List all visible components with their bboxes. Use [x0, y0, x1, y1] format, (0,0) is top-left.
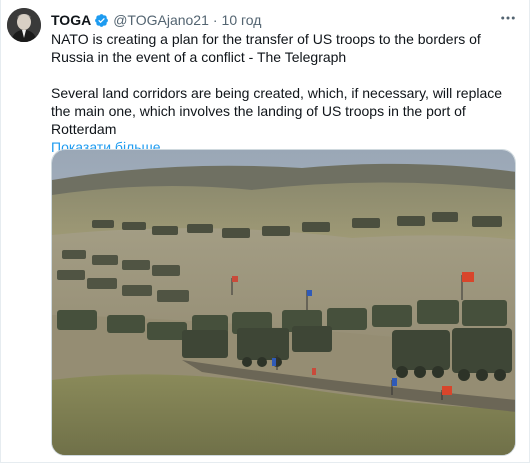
tweet-text: NATO is creating a plan for the transfer… [51, 30, 521, 156]
tweet-header: TOGA @TOGAjano21 · 10 год [51, 10, 519, 30]
author-handle[interactable]: @TOGAjano21 [113, 12, 209, 28]
timestamp[interactable]: 10 год [222, 12, 262, 28]
separator-dot: · [212, 12, 218, 28]
tweet-photo[interactable] [51, 149, 516, 456]
more-options-icon[interactable] [497, 7, 519, 29]
military-column-photo [52, 150, 515, 455]
more-dots-glyph [501, 16, 515, 20]
verified-badge-icon [95, 13, 109, 27]
author-avatar[interactable] [7, 8, 41, 42]
author-name[interactable]: TOGA [51, 12, 91, 28]
tweet-card[interactable]: TOGA @TOGAjano21 · 10 год NATO is creati… [0, 0, 530, 463]
tweet-paragraph-2: Several land corridors are being created… [51, 85, 503, 137]
avatar-image [7, 8, 41, 42]
tweet-paragraph-1: NATO is creating a plan for the transfer… [51, 31, 481, 65]
